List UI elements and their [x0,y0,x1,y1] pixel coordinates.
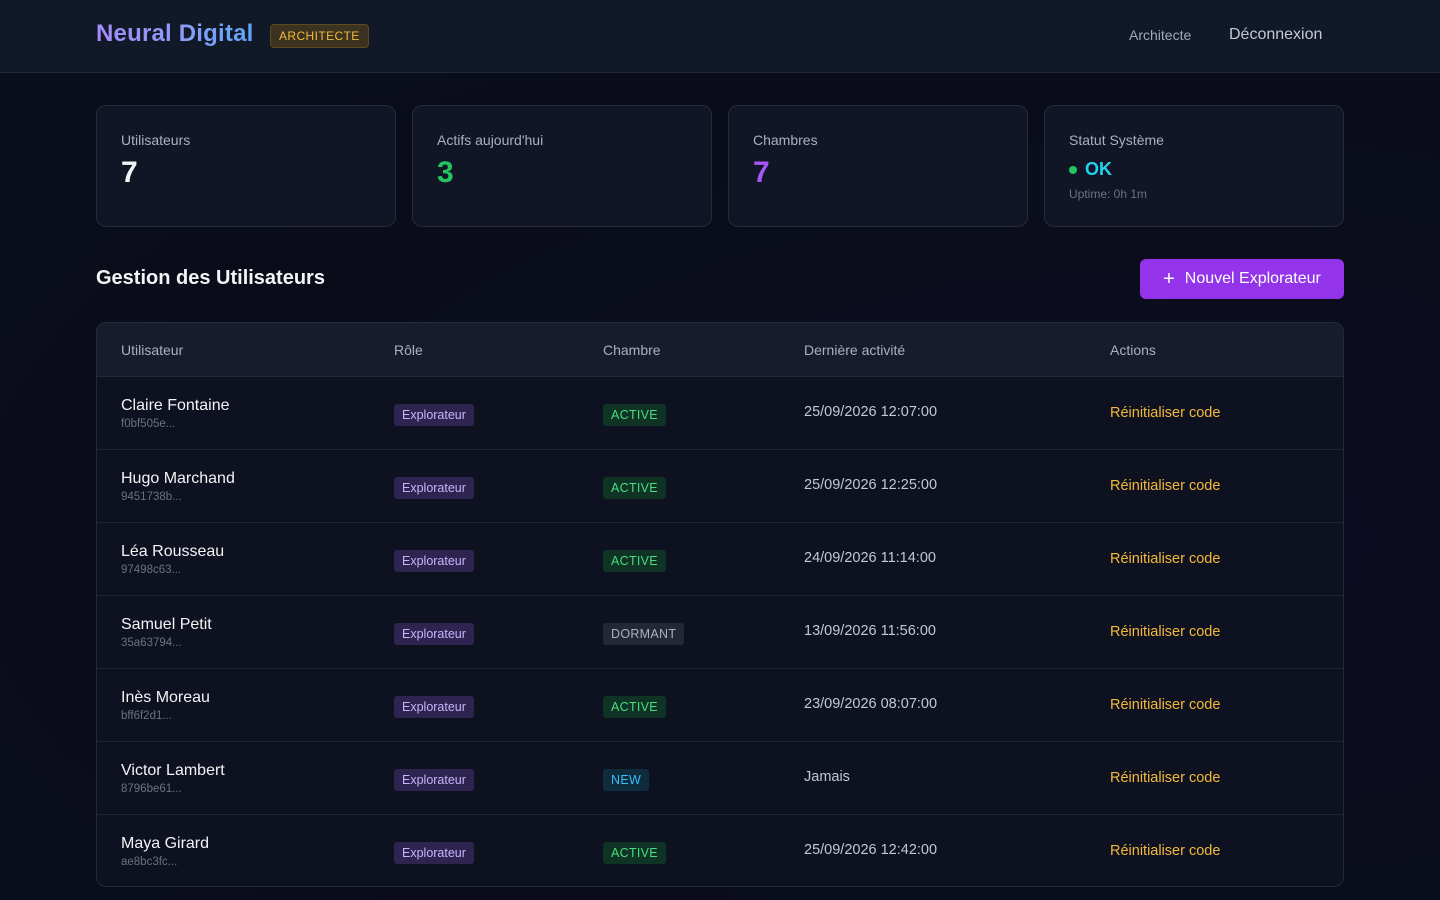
stat-label: Statut Système [1069,132,1164,148]
user-name: Maya Girard [121,835,210,852]
reset-code-link[interactable]: Réinitialiser code [1110,624,1220,640]
role-badge: ARCHITECTE [270,24,369,48]
role-badge: Explorateur [394,477,474,499]
user-name: Hugo Marchand [121,470,235,487]
stat-card-rooms: Chambres 7 [728,105,1028,227]
reset-code-link[interactable]: Réinitialiser code [1110,697,1220,713]
last-activity: 25/09/2026 12:25:00 [804,477,938,493]
user-name: Inès Moreau [121,689,210,706]
last-activity: 13/09/2026 11:56:00 [804,623,936,639]
uptime-text: Uptime: 0h 1m [1069,187,1148,201]
last-activity: Jamais [804,769,850,785]
status-text: OK [1085,159,1112,179]
role-badge: Explorateur [394,404,474,426]
last-activity: 25/09/2026 12:07:00 [804,404,938,420]
table-row: Hugo Marchand 9451738b... Explorateur ACTIV… [97,450,1343,523]
user-id: ae8bc3fc... [121,856,178,868]
user-id: 35a63794... [121,637,182,649]
column-header-last-activity: Dernière activité [804,342,906,358]
logout-link[interactable]: Déconnexion [1229,26,1322,44]
table-row: Maya Girard ae8bc3fc... Explorateur ACTIVE 2… [97,815,1343,886]
reset-code-link[interactable]: Réinitialiser code [1110,551,1220,567]
user-id: f0bf505e... [121,418,176,430]
last-activity: 24/09/2026 11:14:00 [804,550,936,566]
room-status-badge: ACTIVE [603,477,666,499]
user-id: 9451738b... [121,491,182,503]
stat-label: Actifs aujourd'hui [437,132,544,148]
users-table: Utilisateur Rôle Chambre Dernière activi… [96,322,1344,887]
last-activity: 25/09/2026 12:42:00 [804,842,938,858]
room-status-badge: ACTIVE [603,550,666,572]
reset-code-link[interactable]: Réinitialiser code [1110,770,1220,786]
table-row: Victor Lambert 8796be61... Explorateur NEW J… [97,742,1343,815]
reset-code-link[interactable]: Réinitialiser code [1110,843,1220,859]
stat-card-active-today: Actifs aujourd'hui 3 [412,105,712,227]
role-badge: Explorateur [394,842,474,864]
top-navbar: Neural Digital ARCHITECTE Architecte Déc… [0,0,1440,73]
new-explorer-button[interactable]: + Nouvel Explorateur [1140,259,1344,299]
room-status-badge: DORMANT [603,623,685,645]
brand-logo[interactable]: Neural Digital [96,20,254,48]
column-header-room: Chambre [603,342,661,358]
role-badge: Explorateur [394,769,474,791]
room-status-badge: NEW [603,769,650,791]
reset-code-link[interactable]: Réinitialiser code [1110,478,1220,494]
stat-card-users: Utilisateurs 7 [96,105,396,227]
column-header-actions: Actions [1110,342,1156,358]
user-name: Victor Lambert [121,762,225,779]
current-user-label: Architecte [1129,27,1192,43]
stat-value: 3 [437,156,454,189]
user-id: 97498c63... [121,564,182,576]
user-name: Samuel Petit [121,616,212,633]
plus-icon: + [1163,268,1175,290]
role-badge: Explorateur [394,623,474,645]
table-row: Léa Rousseau 97498c63... Explorateur ACTIVE… [97,523,1343,596]
column-header-role: Rôle [394,342,423,358]
room-status-badge: ACTIVE [603,696,666,718]
user-name: Claire Fontaine [121,397,230,414]
stat-value: 7 [121,156,138,189]
status-dot-icon [1069,165,1077,174]
stat-label: Utilisateurs [121,132,191,148]
room-status-badge: ACTIVE [603,404,666,426]
stat-value: 7 [753,156,770,189]
table-row: Samuel Petit 35a63794... Explorateur DORMAN… [97,596,1343,669]
last-activity: 23/09/2026 08:07:00 [804,696,938,712]
role-badge: Explorateur [394,550,474,572]
room-status-badge: ACTIVE [603,842,666,864]
user-id: 8796be61... [121,783,182,795]
user-name: Léa Rousseau [121,543,225,560]
stat-card-system-status: Statut Système OK Uptime: 0h 1m [1044,105,1344,227]
table-row: Claire Fontaine f0bf505e... Explorateur ACT… [97,377,1343,450]
stat-label: Chambres [753,132,818,148]
section-title: Gestion des Utilisateurs [96,267,325,289]
new-explorer-button-label: Nouvel Explorateur [1184,270,1321,287]
reset-code-link[interactable]: Réinitialiser code [1110,405,1220,421]
column-header-user: Utilisateur [121,342,184,358]
table-row: Inès Moreau bff6f2d1... Explorateur ACTIVE 2… [97,669,1343,742]
system-status: OK [1069,159,1112,180]
table-header: Utilisateur Rôle Chambre Dernière activi… [97,323,1343,377]
user-id: bff6f2d1... [121,710,172,722]
role-badge: Explorateur [394,696,474,718]
